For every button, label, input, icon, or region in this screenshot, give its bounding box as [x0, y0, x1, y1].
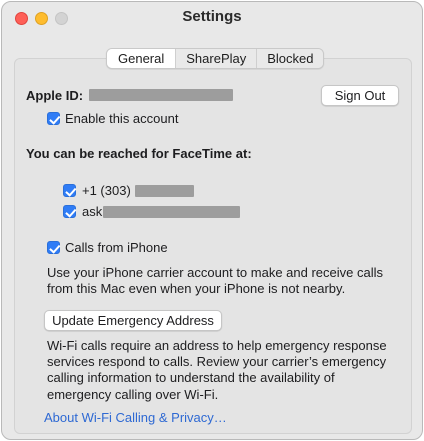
apple-id-label: Apple ID: [26, 88, 84, 103]
sign-out-button[interactable]: Sign Out [321, 85, 399, 106]
email-redacted [103, 206, 240, 218]
emergency-description: Wi-Fi calls require an address to help e… [47, 338, 387, 402]
title-bar: Settings [2, 2, 422, 34]
update-emergency-address-button[interactable]: Update Emergency Address [44, 310, 222, 331]
phone-number-checkbox[interactable] [63, 184, 76, 197]
enable-account-checkbox[interactable] [47, 112, 60, 125]
enable-account-label: Enable this account [65, 111, 179, 126]
tab-blocked[interactable]: Blocked [256, 49, 324, 68]
calls-description: Use your iPhone carrier account to make … [47, 265, 383, 297]
reach-heading: You can be reached for FaceTime at: [26, 146, 252, 161]
calls-from-iphone-label: Calls from iPhone [65, 240, 168, 255]
wifi-calling-privacy-link[interactable]: About Wi-Fi Calling & Privacy… [44, 410, 227, 425]
calls-from-iphone-checkbox[interactable] [47, 241, 60, 254]
apple-id-value-redacted [89, 89, 233, 101]
tab-general[interactable]: General [107, 49, 176, 68]
tab-shareplay[interactable]: SharePlay [175, 49, 257, 68]
settings-window: Settings General SharePlay Blocked Apple… [1, 1, 423, 440]
tab-bar: General SharePlay Blocked [106, 48, 325, 69]
phone-number-label: +1 (303) [82, 183, 131, 198]
phone-number-redacted [135, 185, 194, 197]
window-title: Settings [182, 8, 242, 25]
email-checkbox[interactable] [63, 205, 76, 218]
email-label: ask [82, 204, 103, 219]
